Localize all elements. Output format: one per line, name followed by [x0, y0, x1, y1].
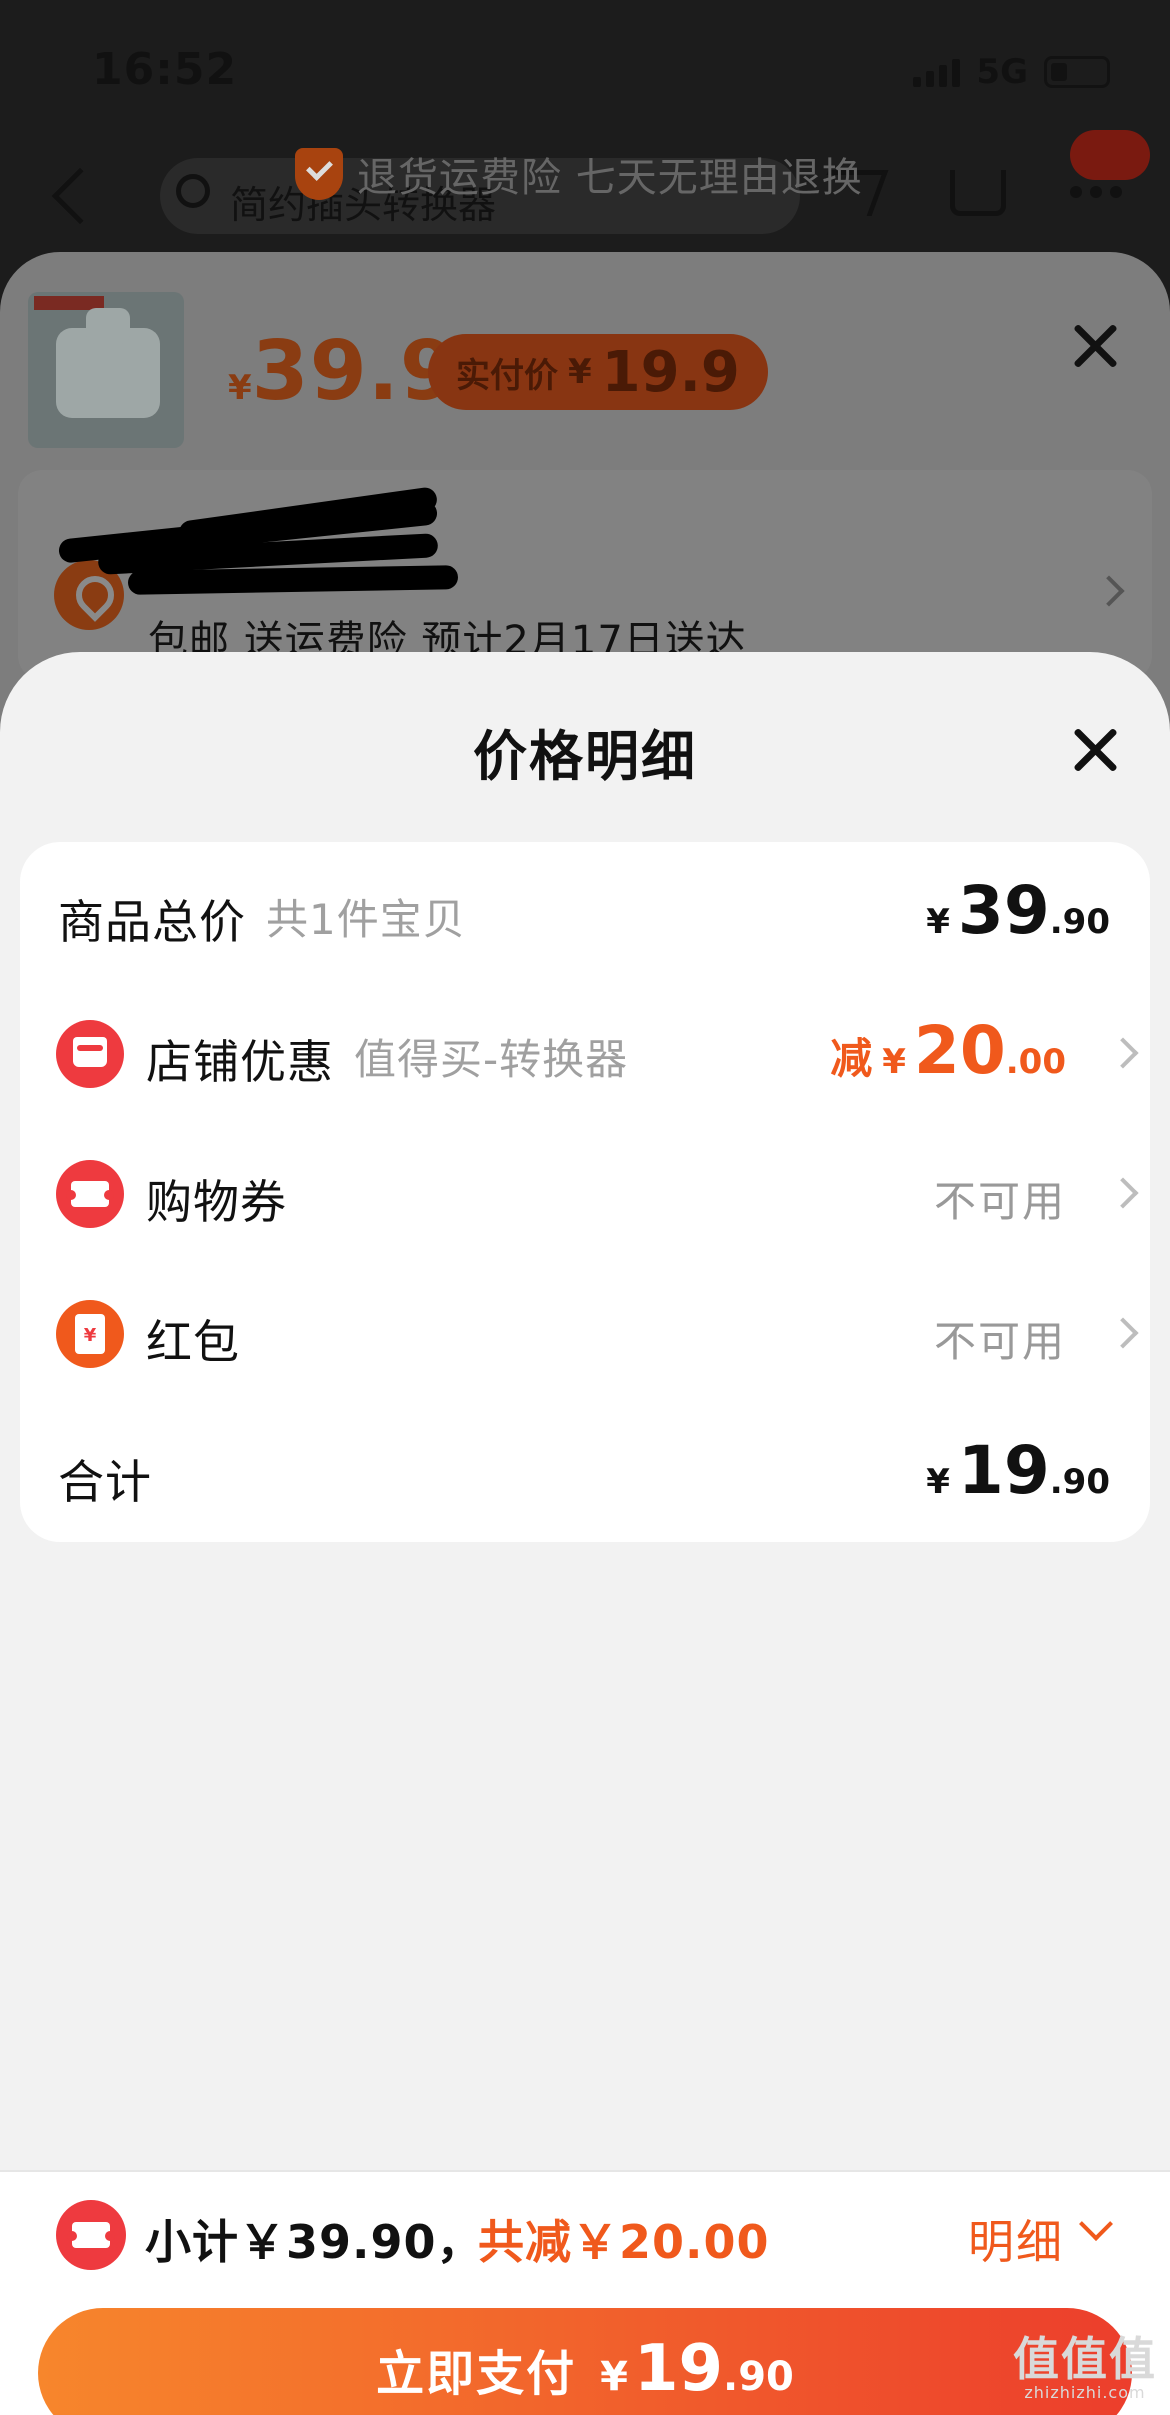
row-red-packet[interactable]: ¥ 红包 不可用 — [20, 1262, 1150, 1402]
price-detail-panel: 价格明细 商品总价 共1件宝贝 ¥39.90 店铺优惠 值得买-转换器 减 ¥20… — [0, 652, 1170, 2415]
price-detail-card: 商品总价 共1件宝贝 ¥39.90 店铺优惠 值得买-转换器 减 ¥20.00 购… — [20, 842, 1150, 1542]
row-label: 店铺优惠 — [146, 1035, 334, 1089]
row-goods-total: 商品总价 共1件宝贝 ¥39.90 — [20, 842, 1150, 982]
chevron-down-icon[interactable] — [1079, 2207, 1113, 2241]
redacted-address — [57, 486, 459, 600]
coupon-icon — [56, 1160, 124, 1228]
chevron-right-icon — [1107, 1177, 1139, 1209]
row-label: 购物券 — [146, 1175, 287, 1229]
coupon-icon — [56, 2200, 126, 2270]
address-card[interactable]: 包邮 送运费险 预计2月17日送达 — [18, 470, 1152, 680]
row-label: 商品总价 — [58, 895, 246, 949]
shop-icon — [56, 1020, 124, 1088]
paid-price-value: 19.9 — [601, 339, 740, 405]
status-unavailable: 不可用 — [933, 1177, 1066, 1226]
chevron-right-icon — [1093, 575, 1125, 607]
row-shop-discount[interactable]: 店铺优惠 值得买-转换器 减 ¥20.00 — [20, 982, 1150, 1122]
red-packet-icon: ¥ — [56, 1300, 124, 1368]
network-type: 5G — [976, 52, 1028, 92]
message-badge — [1070, 130, 1150, 180]
search-icon — [176, 174, 210, 208]
goods-total-amount: ¥39.90 — [926, 872, 1110, 949]
pay-button-label: 立即支付 ¥19.90 — [376, 2332, 794, 2406]
cart-icon[interactable] — [950, 170, 1006, 216]
status-indicators: 5G — [913, 52, 1110, 92]
chevron-right-icon — [1107, 1317, 1139, 1349]
product-price: ¥39.9 — [228, 324, 458, 419]
battery-icon — [1044, 56, 1110, 88]
row-sublabel: 共1件宝贝 — [266, 895, 466, 944]
row-total: 合计 ¥19.90 — [20, 1402, 1150, 1542]
chevron-right-icon — [1107, 1037, 1139, 1069]
savings-text: 共减￥20.00 — [478, 2215, 770, 2269]
total-amount: ¥19.90 — [926, 1432, 1110, 1509]
status-unavailable: 不可用 — [933, 1317, 1066, 1366]
row-label: 合计 — [58, 1455, 152, 1509]
row-shopping-coupon[interactable]: 购物券 不可用 — [20, 1122, 1150, 1262]
row-label: 红包 — [146, 1315, 240, 1369]
return-banner: 退货运费险 七天无理由退换 — [295, 145, 863, 203]
status-bar: 16:52 5G — [0, 0, 1170, 140]
shield-check-icon — [295, 148, 343, 200]
product-thumbnail — [28, 292, 184, 448]
banner-text: 退货运费险 七天无理由退换 — [357, 155, 863, 201]
paid-price-pill: 实付价 ¥ 19.9 — [428, 334, 768, 410]
signal-icon — [913, 57, 961, 87]
watermark: 值值值 zhizhizhi.com — [1013, 2332, 1157, 2402]
status-time: 16:52 — [92, 44, 238, 95]
panel-title: 价格明细 — [473, 725, 697, 788]
more-icon[interactable] — [1070, 186, 1122, 198]
shop-discount-amount: 减 ¥20.00 — [830, 1012, 1066, 1089]
subtotal-text: 小计￥39.90， — [145, 2215, 484, 2269]
paid-price-label: 实付价 — [456, 355, 558, 396]
socket-image — [56, 308, 160, 418]
close-sheet-icon[interactable] — [1068, 318, 1124, 374]
pay-now-button[interactable]: 立即支付 ¥19.90 — [38, 2308, 1132, 2415]
back-icon[interactable] — [51, 167, 109, 225]
close-icon[interactable] — [1068, 722, 1124, 778]
row-sublabel: 值得买-转换器 — [354, 1035, 629, 1084]
paid-price-currency: ¥ — [568, 352, 592, 392]
detail-toggle-button[interactable]: 明细 — [968, 2206, 1064, 2272]
